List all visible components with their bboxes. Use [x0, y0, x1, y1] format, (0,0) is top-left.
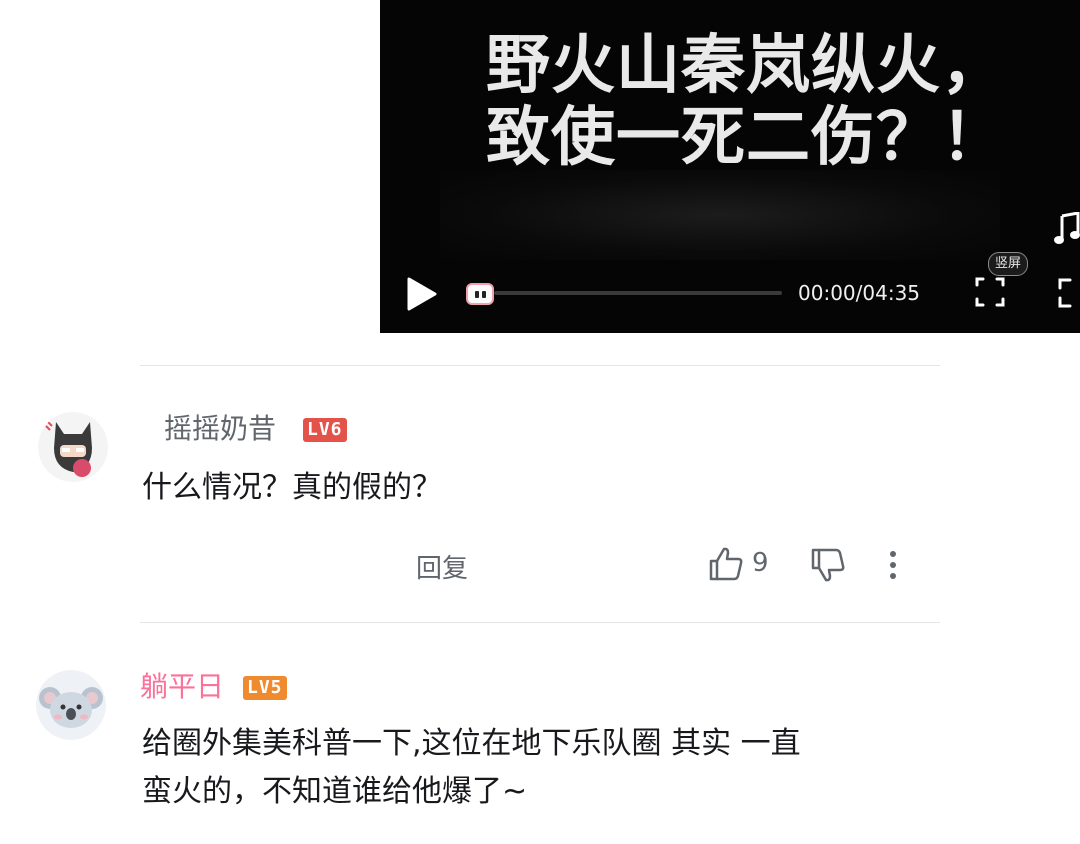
play-icon[interactable] — [404, 276, 438, 312]
like-count: 9 — [752, 548, 769, 578]
progress-bar[interactable] — [494, 291, 782, 295]
comment-text: 什么情况？真的假的？ — [142, 470, 442, 505]
username[interactable]: 摇摇奶昔 — [164, 412, 276, 446]
fullscreen-icon[interactable] — [1056, 274, 1080, 310]
comment-text-line: 给圈外集美科普一下,这位在地下乐队圈 其实 一直 — [142, 726, 801, 761]
progress-thumb[interactable] — [466, 283, 494, 305]
avatar[interactable] — [38, 412, 108, 482]
vertical-screen-label: 竖屏 — [988, 252, 1029, 276]
level-badge: LV5 — [243, 676, 287, 700]
playback-time: 00:00/04:35 — [798, 281, 921, 305]
avatar[interactable] — [36, 670, 106, 740]
more-vertical-icon[interactable] — [884, 548, 902, 582]
comment-text: 给圈外集美科普一下,这位在地下乐队圈 其实 一直 蛮火的，不知道谁给他爆了~ — [142, 720, 801, 816]
video-title: 野火山秦岚纵火， 致使一死二伤？！ — [486, 29, 1006, 175]
comment-divider — [140, 622, 940, 623]
thumbs-down-icon[interactable] — [810, 547, 846, 583]
video-backdrop — [440, 170, 1000, 260]
comment-text-line: 蛮火的，不知道谁给他爆了~ — [142, 774, 528, 809]
reply-button[interactable]: 回复 — [416, 548, 468, 585]
comment-divider — [140, 365, 940, 366]
vertical-screen-icon[interactable] — [974, 274, 1006, 310]
username[interactable]: 躺平日 — [140, 670, 224, 704]
video-player[interactable]: 野火山秦岚纵火， 致使一死二伤？！ 00:00/04:35 竖屏 — [380, 0, 1080, 333]
thumbs-up-icon[interactable] — [708, 546, 744, 582]
music-note-icon[interactable] — [1054, 212, 1080, 246]
level-badge: LV6 — [303, 418, 347, 442]
